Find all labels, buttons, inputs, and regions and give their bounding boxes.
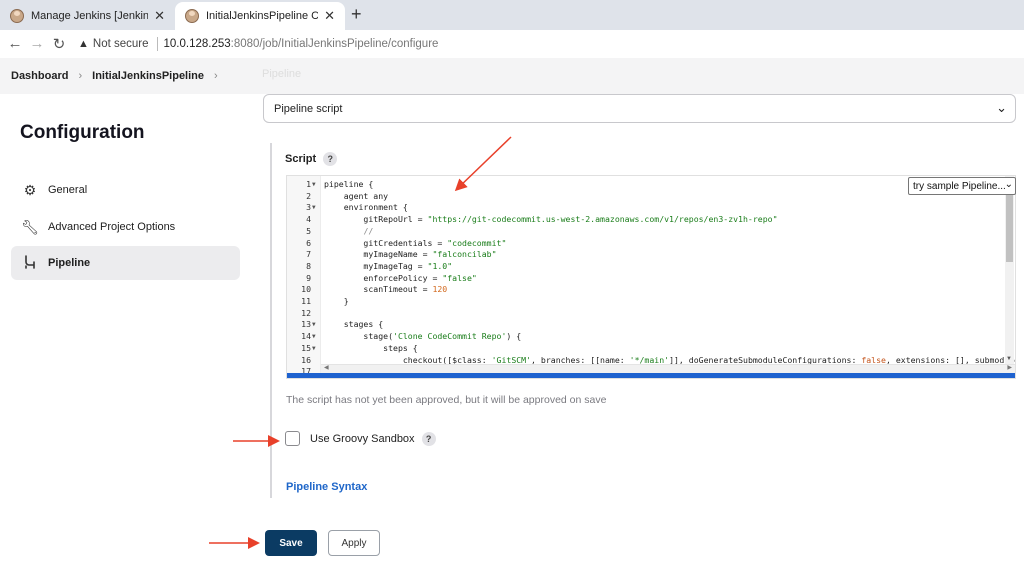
script-label: Script ? — [285, 152, 338, 166]
scroll-left-arrow-icon[interactable]: ◀ — [324, 364, 329, 371]
sidebar-item-label: Advanced Project Options — [48, 221, 176, 233]
pipeline-syntax-link[interactable]: Pipeline Syntax — [286, 481, 367, 493]
line-number: 10 — [301, 284, 311, 295]
tab-title: Manage Jenkins [Jenkins] — [31, 10, 149, 22]
fold-toggle-icon[interactable]: ▼ — [312, 319, 316, 331]
line-number: 5 — [306, 225, 311, 236]
address-bar: ← → ↻ ▲ Not secure 10.0.128.253:8080/job… — [0, 30, 1024, 57]
chevron-down-icon: ⌄ — [1004, 179, 1013, 190]
chevron-right-icon: › — [78, 70, 83, 82]
chevron-right-icon[interactable]: › — [214, 70, 218, 82]
help-icon[interactable]: ? — [323, 152, 338, 166]
apply-button[interactable]: Apply — [328, 530, 380, 556]
page-title: Configuration — [20, 122, 145, 143]
line-number: 3 — [306, 202, 311, 213]
sample-pipeline-select[interactable]: try sample Pipeline... ⌄ — [908, 177, 1016, 195]
code-text: // — [363, 225, 374, 236]
fold-toggle-icon[interactable]: ▼ — [312, 179, 316, 191]
close-icon[interactable]: ✕ — [324, 8, 335, 24]
line-number: 2 — [306, 190, 311, 201]
scrollbar-thumb[interactable] — [1006, 192, 1013, 262]
approval-note: The script has not yet been approved, bu… — [286, 394, 607, 406]
code-text: steps { — [324, 342, 418, 353]
sidebar-item-advanced-project-options[interactable]: 🔧︎ Advanced Project Options — [11, 210, 240, 244]
warning-triangle-icon[interactable]: ▲ — [78, 38, 89, 50]
tab-pipeline-config[interactable]: InitialJenkinsPipeline Config [Jenkins] … — [175, 2, 345, 30]
fold-toggle-icon[interactable]: ▼ — [312, 202, 316, 214]
wrench-icon: 🔧︎ — [21, 218, 39, 235]
line-number: 11 — [301, 296, 311, 306]
code-text: pipeline { — [324, 179, 374, 189]
gear-icon: ⚙ — [23, 181, 37, 198]
url-path: :8080/job/InitialJenkinsPipeline/configu… — [230, 37, 439, 50]
script-editor[interactable]: 1 ▼ pipeline {2 agent any 3 ▼ environment {4… — [286, 175, 1016, 379]
forward-arrow-icon[interactable]: → — [26, 35, 48, 52]
jenkins-favicon-icon — [10, 9, 24, 23]
vertical-scrollbar[interactable]: ▼ — [1005, 176, 1014, 366]
code-text: environment { — [324, 202, 408, 213]
help-icon[interactable]: ? — [421, 431, 436, 446]
code-text: agent any — [324, 190, 389, 201]
scroll-down-arrow-icon[interactable]: ▼ — [1006, 356, 1012, 362]
browser-tab-bar: Manage Jenkins [Jenkins] ✕ InitialJenkin… — [0, 0, 1024, 30]
groovy-sandbox-label[interactable]: Use Groovy Sandbox — [310, 433, 415, 445]
line-number: 14 — [301, 331, 311, 342]
pipeline-icon — [20, 254, 40, 272]
reload-icon[interactable]: ↻ — [48, 35, 70, 53]
sidebar-item-label: General — [48, 184, 88, 196]
code-text: gitCredentials = "codecommit" — [324, 237, 507, 248]
breadcrumb: Dashboard › InitialJenkinsPipeline › — [0, 58, 1024, 94]
fold-toggle-icon[interactable]: ▼ — [312, 343, 316, 355]
line-number: 12 — [301, 307, 311, 318]
code-text: stage('Clone CodeCommit Repo') { — [324, 331, 522, 342]
section-header-faded: Pipeline — [262, 68, 302, 80]
scroll-right-arrow-icon[interactable]: ▶ — [1007, 364, 1012, 371]
script-label-text: Script — [285, 153, 317, 165]
new-tab-button[interactable]: + — [351, 4, 362, 25]
code-text: enforcePolicy = "false" — [324, 272, 477, 283]
fold-toggle-icon[interactable]: ▼ — [312, 331, 316, 343]
select-value: Pipeline script — [274, 102, 343, 115]
line-number: 7 — [306, 249, 311, 260]
save-button[interactable]: Save — [265, 530, 317, 556]
sample-select-value: try sample Pipeline... — [913, 180, 1006, 192]
line-number: 13 — [301, 319, 311, 330]
tab-manage-jenkins[interactable]: Manage Jenkins [Jenkins] ✕ — [0, 2, 175, 30]
groovy-sandbox-checkbox[interactable] — [285, 431, 300, 446]
line-number: 15 — [301, 342, 311, 353]
code-text: myImageName = "falconcilab" — [324, 249, 497, 260]
chevron-down-icon: ⌄ — [996, 100, 1007, 115]
line-number: 16 — [301, 354, 311, 365]
code-text: stages { — [324, 319, 384, 330]
sidebar-item-general[interactable]: ⚙ General — [11, 173, 240, 207]
breadcrumb-job[interactable]: InitialJenkinsPipeline — [92, 70, 204, 82]
back-arrow-icon[interactable]: ← — [4, 35, 26, 52]
url-field[interactable]: ▲ Not secure 10.0.128.253:8080/job/Initi… — [78, 33, 1018, 54]
section-divider — [270, 143, 272, 498]
url-separator — [156, 36, 158, 51]
code-text: gitRepoUrl = "https://git-codecommit.us-… — [324, 214, 778, 225]
line-number: 6 — [306, 237, 311, 248]
breadcrumb-dashboard[interactable]: Dashboard — [11, 70, 68, 82]
line-number: 1 — [306, 179, 311, 189]
security-status[interactable]: Not secure — [93, 38, 149, 50]
url-host: 10.0.128.253 — [163, 37, 231, 50]
jenkins-favicon-icon — [185, 9, 199, 23]
tab-title: InitialJenkinsPipeline Config [Jenkins] — [206, 10, 319, 22]
horizontal-scrollbar[interactable]: ◀ ▶ — [321, 364, 1015, 373]
code-text: myImageTag = "1.0" — [324, 260, 453, 271]
pipeline-definition-select[interactable]: Pipeline script ⌄ — [263, 94, 1016, 123]
line-number: 8 — [306, 260, 311, 271]
code-text: } — [324, 296, 349, 306]
code-text: scanTimeout = 120 — [324, 284, 448, 295]
editor-resize-bar[interactable] — [287, 373, 1015, 378]
line-number: 4 — [306, 214, 311, 225]
sidebar-item-pipeline[interactable]: Pipeline — [11, 246, 240, 280]
groovy-sandbox-option: Use Groovy Sandbox ? — [285, 431, 436, 446]
sidebar-item-label: Pipeline — [48, 257, 91, 269]
line-number: 9 — [306, 272, 311, 283]
close-icon[interactable]: ✕ — [154, 8, 165, 24]
